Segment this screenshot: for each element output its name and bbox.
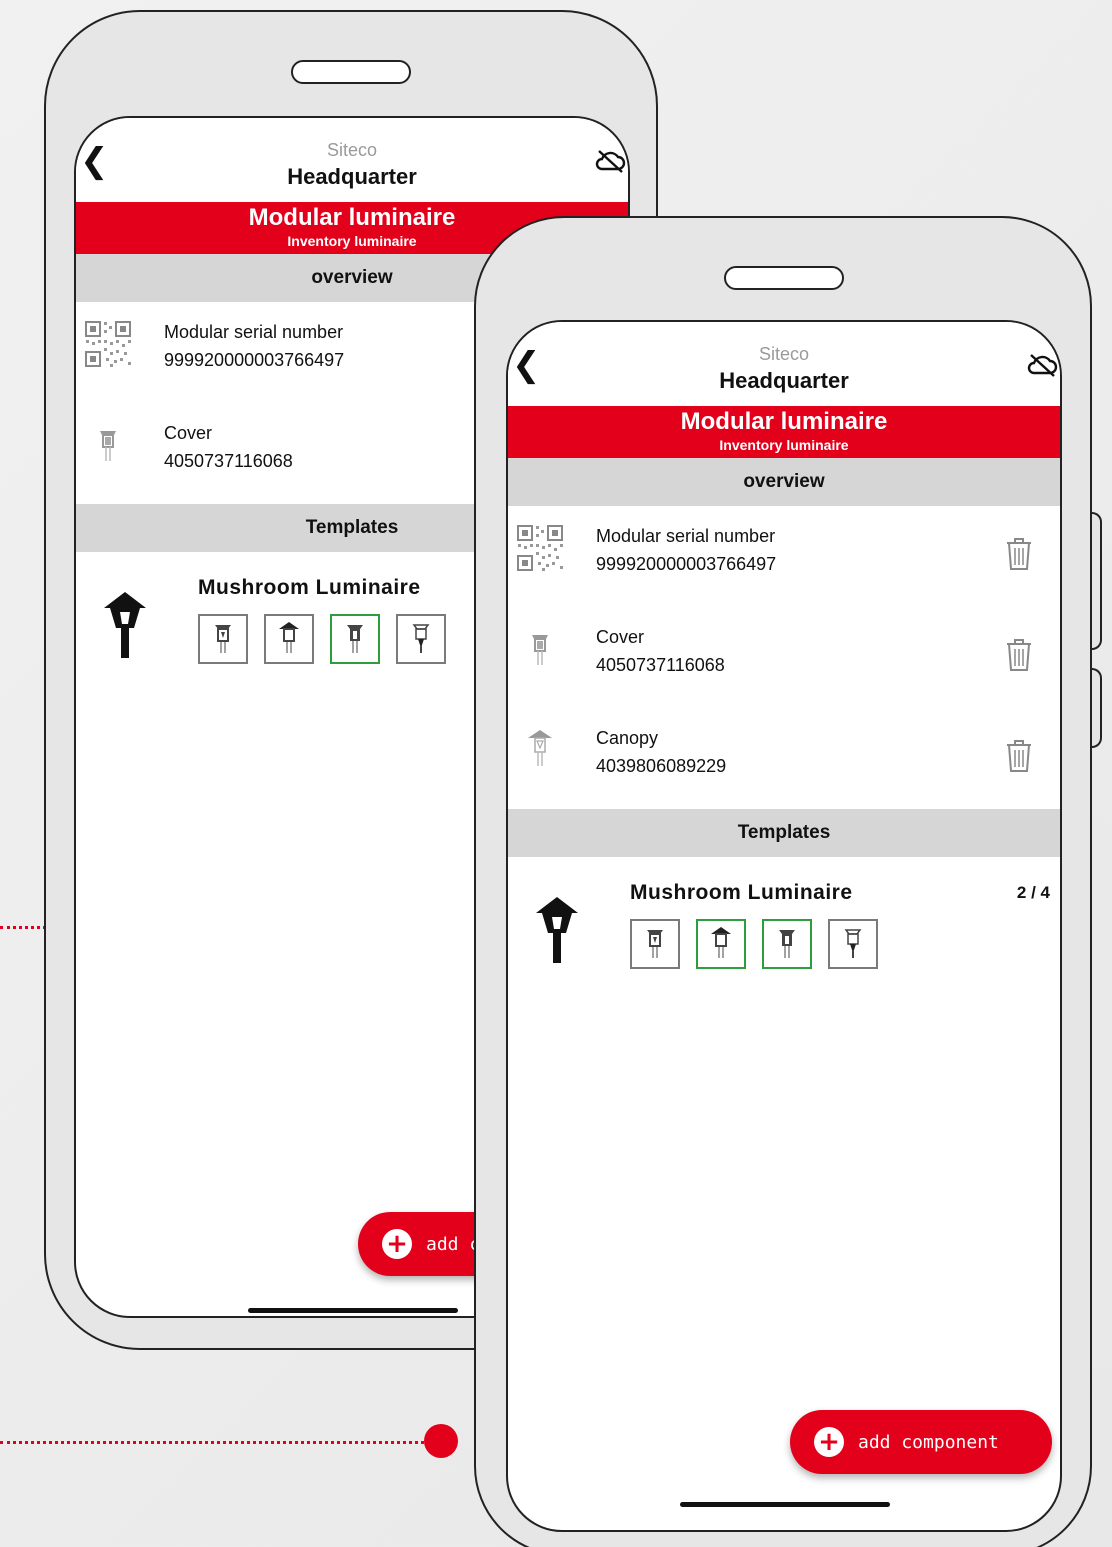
list-item[interactable]: Cover 4050737116068	[508, 607, 1060, 708]
template-card[interactable]: Mushroom Luminaire 2 / 4	[508, 857, 1060, 1007]
home-indicator	[248, 1308, 458, 1313]
qr-code-icon	[517, 525, 563, 571]
luminaire-variant-icon	[347, 625, 363, 653]
section-templates: Templates	[508, 809, 1060, 857]
item-value: 999920000003766497	[164, 350, 345, 370]
screen-front: ❮ Siteco Headquarter Modular luminaire I…	[506, 320, 1062, 1532]
variant-option[interactable]	[828, 919, 878, 969]
cover-component-icon	[100, 431, 116, 461]
add-component-label: add component	[858, 1431, 999, 1453]
item-label: Canopy	[596, 728, 659, 748]
plus-icon: +	[382, 1229, 412, 1259]
canopy-component-icon	[528, 730, 552, 766]
add-component-button[interactable]: + add component	[790, 1410, 1052, 1474]
cover-component-icon	[532, 635, 548, 665]
luminaire-variant-icon	[711, 927, 731, 958]
luminaire-variant-icon	[779, 930, 795, 958]
callout-line-add-component	[0, 1441, 430, 1444]
brand-name: Siteco	[326, 140, 378, 160]
template-name: Mushroom Luminaire	[630, 881, 853, 904]
trash-icon[interactable]	[1004, 637, 1034, 673]
variant-option[interactable]	[630, 919, 680, 969]
luminaire-variant-icon	[844, 929, 862, 958]
cloud-off-icon[interactable]	[1026, 352, 1058, 378]
section-overview: overview	[508, 458, 1060, 506]
item-value: 4039806089229	[596, 756, 727, 776]
variant-option-selected[interactable]	[696, 919, 746, 969]
cloud-off-icon[interactable]	[594, 148, 626, 174]
trash-icon[interactable]	[1004, 738, 1034, 774]
luminaire-variant-icon	[215, 625, 231, 653]
qr-code-icon	[85, 321, 131, 367]
luminaire-variant-icon	[647, 930, 663, 958]
item-value: 999920000003766497	[596, 554, 777, 574]
page-subtitle: Inventory luminaire	[719, 437, 849, 453]
speaker-slot	[724, 266, 844, 290]
home-indicator	[680, 1502, 890, 1507]
mushroom-luminaire-icon	[104, 592, 146, 658]
item-value: 4050737116068	[164, 451, 293, 471]
item-label: Cover	[164, 423, 213, 443]
item-value: 4050737116068	[596, 655, 725, 675]
variant-option[interactable]	[198, 614, 248, 664]
variant-option-selected[interactable]	[762, 919, 812, 969]
variant-option[interactable]	[396, 614, 446, 664]
site-name: Headquarter	[287, 164, 417, 189]
phone-front: ❮ Siteco Headquarter Modular luminaire I…	[474, 216, 1092, 1547]
app-header: ❮ Siteco Headquarter	[76, 118, 628, 202]
app-header: ❮ Siteco Headquarter	[508, 322, 1060, 406]
speaker-slot	[291, 60, 411, 84]
template-variants	[630, 919, 878, 969]
plus-icon: +	[814, 1427, 844, 1457]
list-item[interactable]: Canopy 4039806089229	[508, 708, 1060, 809]
item-label: Modular serial number	[596, 526, 776, 546]
template-name: Mushroom Luminaire	[198, 576, 421, 599]
brand-name: Siteco	[758, 344, 810, 364]
template-count: 2 / 4	[1016, 883, 1050, 902]
page-title: Modular luminaire	[680, 408, 888, 435]
mushroom-luminaire-icon	[536, 897, 578, 963]
callout-dot-add-component	[424, 1424, 458, 1458]
variant-option[interactable]	[264, 614, 314, 664]
item-label: Modular serial number	[164, 322, 344, 342]
luminaire-variant-icon	[412, 624, 430, 653]
trash-icon[interactable]	[1004, 536, 1034, 572]
add-component-label: add c	[426, 1233, 481, 1255]
template-variants	[198, 614, 446, 664]
list-item[interactable]: Modular serial number 999920000003766497	[508, 506, 1060, 607]
item-label: Cover	[596, 627, 645, 647]
variant-option-selected[interactable]	[330, 614, 380, 664]
title-bar: Modular luminaire Inventory luminaire	[508, 406, 1060, 458]
luminaire-variant-icon	[279, 622, 299, 653]
site-name: Headquarter	[719, 368, 849, 393]
